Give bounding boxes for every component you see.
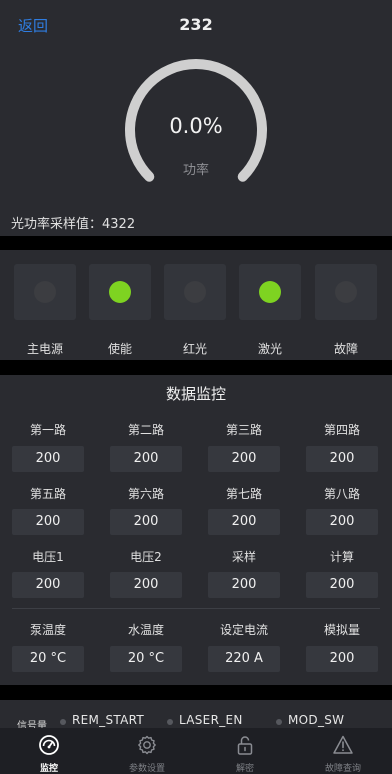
gauge-value: 0.0%	[169, 114, 223, 138]
indicator-label: 使能	[107, 342, 132, 356]
channel-4-value: 200	[306, 446, 378, 472]
channel-4-label: 第四路	[323, 423, 360, 437]
signal-dot-icon	[167, 719, 173, 725]
sampling-label: 采样	[231, 550, 256, 564]
channel-6-value: 200	[110, 509, 182, 535]
signal-mod-sw: MOD_SW	[288, 713, 345, 727]
indicator-box	[239, 264, 301, 320]
gauge-icon	[39, 735, 59, 755]
channel-2-value: 200	[110, 446, 182, 472]
signal-dot-icon	[276, 719, 282, 725]
nav-label: 监控	[39, 764, 58, 774]
channel-8-label: 第八路	[323, 487, 360, 501]
indicator-light	[335, 281, 357, 303]
page-title: 232	[179, 15, 213, 34]
channel-3-label: 第三路	[225, 423, 262, 437]
indicator-light	[184, 281, 206, 303]
nav-item-monitor[interactable]: 监控	[0, 728, 98, 774]
channel-2-label: 第二路	[127, 423, 164, 437]
indicator-label: 故障	[333, 342, 358, 356]
signal-laser-en: LASER_EN	[179, 713, 243, 727]
channel-7-value: 200	[208, 509, 280, 535]
voltage-1-label: 电压1	[32, 550, 64, 564]
pump-temp-label: 泵温度	[29, 623, 66, 637]
channel-5-value: 200	[12, 509, 84, 535]
channel-7-label: 第七路	[225, 487, 262, 501]
unlock-icon	[237, 736, 253, 755]
warning-icon	[333, 735, 353, 754]
indicator-light	[259, 281, 281, 303]
set-current-value: 220 A	[208, 646, 280, 672]
indicator-box	[164, 264, 226, 320]
signal-rem-start: REM_START	[72, 713, 144, 727]
gauge-label: 功率	[182, 163, 209, 178]
indicator-panel: 主电源 使能 红光 激光 故障	[0, 250, 392, 360]
bottom-nav: 监控 参数设置 解密 故障查询	[0, 728, 392, 774]
indicator-label: 激光	[257, 342, 282, 356]
channel-8-value: 200	[306, 509, 378, 535]
nav-item-fault-query[interactable]: 故障查询	[294, 728, 392, 774]
nav-label: 故障查询	[324, 764, 361, 774]
indicator-red-light: 红光	[164, 264, 228, 356]
power-panel: 返回 232 0.0% 功率 光功率采样值：4322	[0, 0, 392, 236]
indicator-label: 主电源	[26, 342, 63, 356]
water-temp-label: 水温度	[127, 623, 164, 637]
section-divider	[12, 608, 380, 609]
indicator-box	[89, 264, 151, 320]
channel-5-label: 第五路	[29, 487, 66, 501]
analog-value: 200	[306, 646, 378, 672]
indicator-box	[14, 264, 76, 320]
nav-label: 解密	[235, 764, 254, 774]
nav-label: 参数设置	[128, 764, 165, 774]
indicator-laser: 激光	[239, 264, 303, 356]
water-temp-value: 20 °C	[110, 646, 182, 672]
channel-1-label: 第一路	[29, 423, 66, 437]
channel-1-value: 200	[12, 446, 84, 472]
data-monitor-panel: 数据监控 第一路 第二路 第三路 第四路 200 200 200 200 第五路…	[0, 375, 392, 685]
indicator-box	[315, 264, 377, 320]
analog-label: 模拟量	[323, 623, 360, 637]
indicator-main-power: 主电源	[14, 264, 78, 356]
voltage-2-value: 200	[110, 572, 182, 598]
channel-6-label: 第六路	[127, 487, 164, 501]
calculation-label: 计算	[329, 550, 354, 564]
voltage-2-label: 电压2	[130, 550, 162, 564]
pump-temp-value: 20 °C	[12, 646, 84, 672]
set-current-label: 设定电流	[219, 623, 268, 637]
indicator-enable: 使能	[89, 264, 153, 356]
nav-item-unlock[interactable]: 解密	[196, 728, 294, 774]
channel-3-value: 200	[208, 446, 280, 472]
calculation-value: 200	[306, 572, 378, 598]
sampling-value: 200	[208, 572, 280, 598]
gear-icon	[138, 735, 156, 755]
indicator-light	[34, 281, 56, 303]
nav-item-settings[interactable]: 参数设置	[98, 728, 196, 774]
indicator-label: 红光	[182, 342, 207, 356]
indicator-fault: 故障	[315, 264, 379, 356]
voltage-1-value: 200	[12, 572, 84, 598]
indicator-light	[109, 281, 131, 303]
sample-value: 光功率采样值：4322	[11, 217, 136, 232]
signal-dot-icon	[60, 719, 66, 725]
data-monitor-title: 数据监控	[165, 385, 226, 403]
